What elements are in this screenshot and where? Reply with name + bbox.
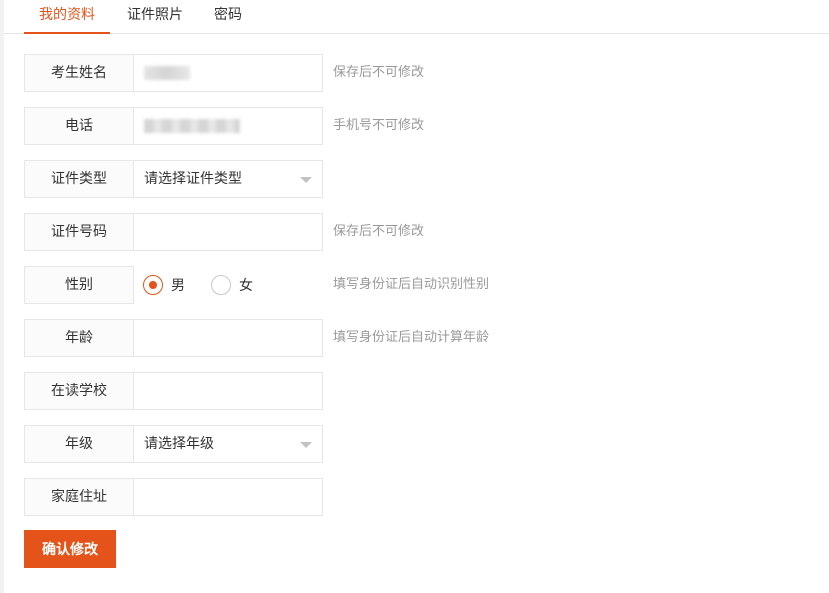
phone-hint: 手机号不可修改	[333, 118, 425, 133]
tab-id-photo[interactable]: 证件照片	[120, 0, 190, 34]
idtype-row: 证件类型 请选择证件类型	[24, 160, 824, 198]
address-field[interactable]	[133, 478, 323, 516]
idno-field[interactable]	[133, 213, 323, 251]
idtype-label: 证件类型	[24, 160, 134, 198]
gender-radio-female[interactable]: 女	[211, 275, 253, 295]
school-label: 在读学校	[24, 372, 134, 410]
radio-unchecked-icon	[211, 275, 231, 295]
tab-password[interactable]: 密码	[204, 0, 252, 34]
age-hint: 填写身份证后自动计算年龄	[333, 330, 490, 345]
school-row: 在读学校	[24, 372, 824, 410]
gender-row: 性别 男 女 填写身份证后自动识别性别	[24, 266, 824, 304]
address-row: 家庭住址	[24, 478, 824, 516]
idtype-select[interactable]: 请选择证件类型	[133, 160, 323, 198]
name-redacted-value	[144, 66, 190, 80]
school-field[interactable]	[133, 372, 323, 410]
age-label: 年龄	[24, 319, 134, 357]
school-input[interactable]	[144, 374, 312, 408]
gender-radio-group: 男 女	[143, 266, 279, 304]
idno-hint: 保存后不可修改	[333, 224, 425, 239]
phone-row: 电话 手机号不可修改	[24, 107, 824, 145]
address-input[interactable]	[144, 480, 312, 514]
radio-checked-icon	[143, 275, 163, 295]
age-field[interactable]	[133, 319, 323, 357]
chevron-down-icon	[300, 442, 312, 448]
phone-redacted-value	[144, 119, 240, 133]
age-row: 年龄 填写身份证后自动计算年龄	[24, 319, 824, 357]
phone-field[interactable]	[133, 107, 323, 145]
tab-my-profile[interactable]: 我的资料	[24, 0, 110, 34]
name-field[interactable]	[133, 54, 323, 92]
confirm-edit-button[interactable]: 确认修改	[24, 530, 116, 568]
chevron-down-icon	[300, 177, 312, 183]
name-row: 考生姓名 保存后不可修改	[24, 54, 824, 92]
gender-radio-male[interactable]: 男	[143, 275, 185, 295]
idno-label: 证件号码	[24, 213, 134, 251]
gender-hint: 填写身份证后自动识别性别	[333, 277, 490, 292]
name-hint: 保存后不可修改	[333, 65, 425, 80]
phone-label: 电话	[24, 107, 134, 145]
gender-label: 性别	[24, 266, 134, 304]
profile-page: 我的资料 证件照片 密码 考生姓名 保存后不可修改 电话 手机号不可修改 证件类…	[0, 0, 829, 593]
idno-input[interactable]	[144, 215, 312, 249]
gender-female-label: 女	[239, 278, 253, 294]
address-label: 家庭住址	[24, 478, 134, 516]
tab-bar: 我的资料 证件照片 密码	[4, 0, 829, 34]
age-input[interactable]	[144, 321, 312, 355]
grade-row: 年级 请选择年级	[24, 425, 824, 463]
idtype-selected-value: 请选择证件类型	[144, 171, 242, 187]
grade-label: 年级	[24, 425, 134, 463]
gender-male-label: 男	[171, 278, 185, 294]
grade-selected-value: 请选择年级	[144, 436, 214, 452]
name-label: 考生姓名	[24, 54, 134, 92]
idno-row: 证件号码 保存后不可修改	[24, 213, 824, 251]
grade-select[interactable]: 请选择年级	[133, 425, 323, 463]
